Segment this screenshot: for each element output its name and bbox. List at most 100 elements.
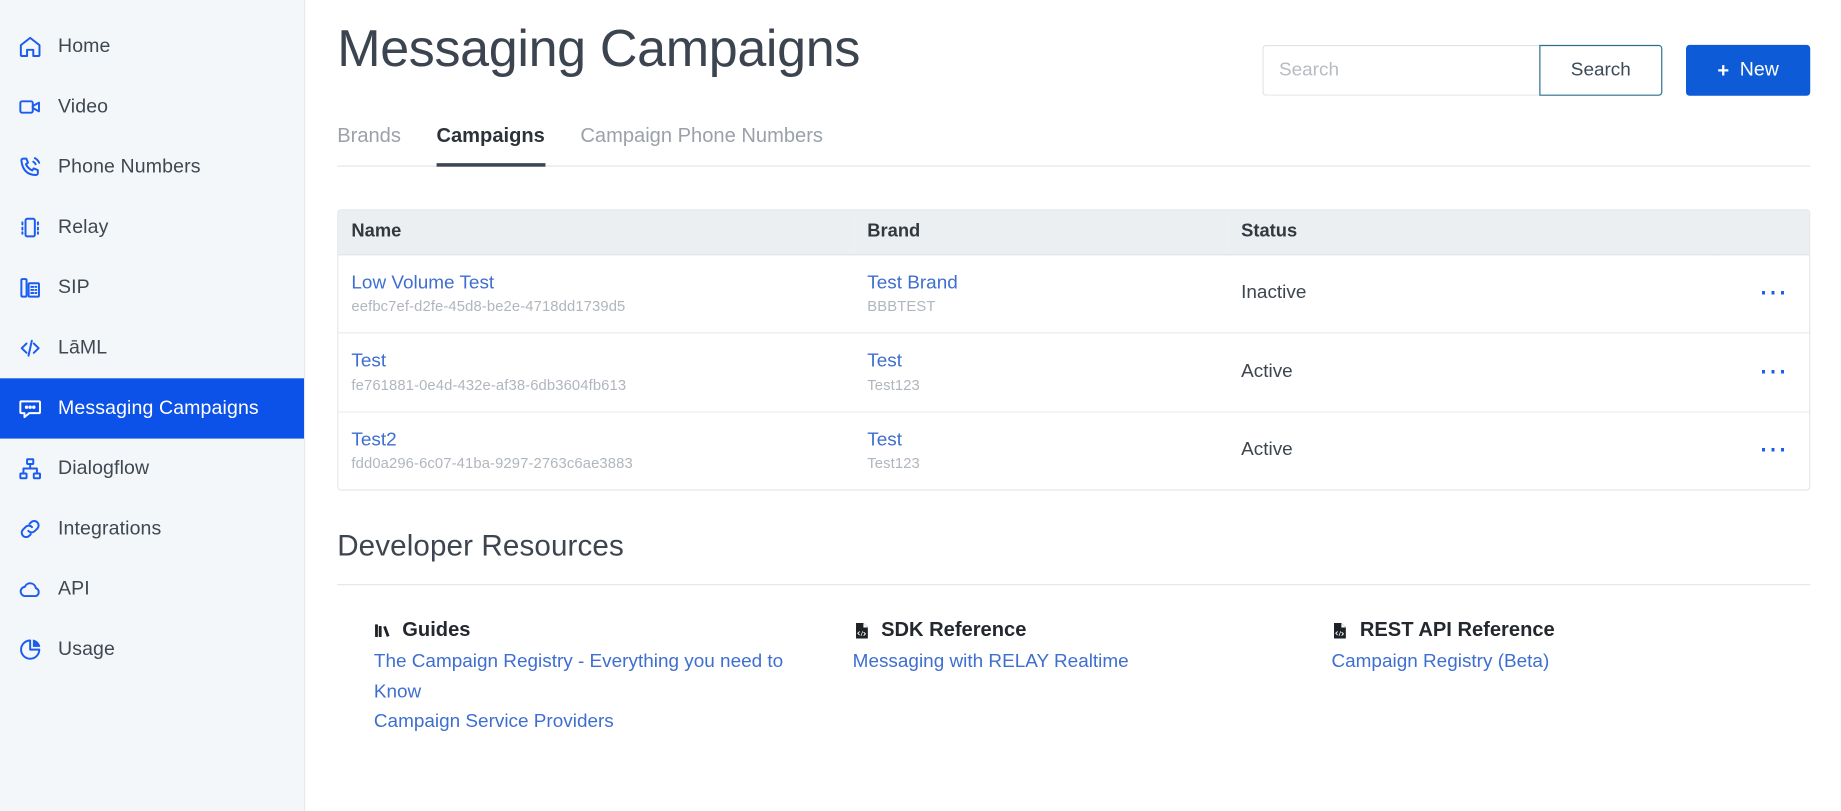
- header-actions: Search + New: [1262, 44, 1811, 96]
- dev-resource-title-label: Guides: [402, 618, 471, 642]
- file-code-icon: [1331, 620, 1350, 641]
- dev-resource-title: Guides: [374, 619, 820, 643]
- dev-resource-column: Guides The Campaign Registry - Everything…: [374, 619, 853, 737]
- new-button[interactable]: + New: [1686, 44, 1811, 96]
- developer-resources-columns: Guides The Campaign Registry - Everything…: [337, 619, 1810, 737]
- video-icon: [17, 94, 43, 120]
- cell-name: Low Volume Test eefbc7ef-d2fe-45d8-be2e-4…: [338, 254, 855, 334]
- sidebar-item-phone-numbers[interactable]: Phone Numbers: [0, 137, 304, 197]
- pie-chart-icon: [17, 637, 43, 663]
- sidebar-item-label: SIP: [57, 276, 90, 298]
- cell-status: Active: [1228, 412, 1714, 490]
- dev-resource-link[interactable]: Campaign Service Providers: [374, 707, 820, 737]
- brand-name-link[interactable]: Test: [867, 350, 1228, 374]
- sidebar-item-relay[interactable]: Relay: [0, 197, 304, 257]
- column-header-name: Name: [338, 210, 855, 256]
- cell-brand: Test Test123: [854, 412, 1228, 490]
- campaign-id: fdd0a296-6c07-41ba-9297-2763c6ae3883: [351, 455, 633, 473]
- plus-icon: +: [1717, 59, 1730, 82]
- cell-name: Test2 fdd0a296-6c07-41ba-9297-2763c6ae388…: [338, 412, 854, 490]
- brand-name-link[interactable]: Test: [867, 429, 1228, 453]
- status-value: Active: [1241, 361, 1293, 382]
- campaign-id: fe761881-0e4d-432e-af38-6db3604fb613: [351, 377, 627, 394]
- sidebar-item-label: Messaging Campaigns: [57, 397, 259, 419]
- campaign-name-link[interactable]: Test: [351, 350, 854, 374]
- link-icon: [17, 516, 43, 542]
- phone-icon: [17, 154, 43, 180]
- ellipsis-icon[interactable]: ⋯: [1727, 279, 1809, 307]
- cell-name: Test fe761881-0e4d-432e-af38-6db3604fb613: [338, 333, 855, 413]
- sidebar-item-label: API: [57, 578, 90, 600]
- dev-resource-title-label: REST API Reference: [1359, 618, 1555, 642]
- developer-resources-heading: Developer Resources: [337, 530, 624, 564]
- sidebar-item-sip[interactable]: SIP: [0, 258, 304, 318]
- tab-campaigns[interactable]: Campaigns: [436, 118, 545, 167]
- search-button[interactable]: Search: [1539, 44, 1663, 96]
- dev-resource-title: REST API Reference: [1331, 619, 1777, 643]
- status-value: Inactive: [1241, 282, 1307, 303]
- sidebar-item-integrations[interactable]: Integrations: [0, 499, 304, 559]
- page-title: Messaging Campaigns: [337, 20, 861, 79]
- app-window: Home Video Phone Numbers Relay SIP LāML Messag…: [0, 0, 1841, 811]
- sidebar-item-messaging-campaigns[interactable]: Messaging Campaigns: [0, 378, 305, 439]
- home-icon: [17, 34, 43, 60]
- sidebar-item-label: Home: [57, 35, 111, 57]
- sidebar-item-dialogflow[interactable]: Dialogflow: [0, 439, 304, 499]
- table-row: Low Volume Test eefbc7ef-d2fe-45d8-be2e-4…: [338, 254, 1810, 334]
- table-row: Test fe761881-0e4d-432e-af38-6db3604fb613…: [338, 333, 1810, 413]
- campaign-id: eefbc7ef-d2fe-45d8-be2e-4718dd1739d5: [351, 298, 626, 316]
- sidebar-item-label: Usage: [57, 638, 116, 660]
- dev-resource-link[interactable]: Messaging with RELAY Realtime: [853, 647, 1299, 677]
- dev-resource-link[interactable]: Campaign Registry (Beta): [1331, 647, 1777, 677]
- ellipsis-icon[interactable]: ⋯: [1727, 436, 1809, 464]
- new-button-label: New: [1739, 59, 1779, 81]
- brand-id: Test123: [867, 455, 920, 473]
- code-icon: [17, 335, 43, 361]
- tab-campaign-phone-numbers[interactable]: Campaign Phone Numbers: [580, 118, 823, 166]
- campaigns-table: Name Brand Status Low Volume Test eefbc7e…: [337, 209, 1811, 492]
- dev-resource-link[interactable]: The Campaign Registry - Everything you n…: [374, 647, 820, 707]
- sidebar-item-label: LāML: [57, 336, 108, 359]
- cell-actions: ⋯: [1714, 412, 1809, 490]
- page-header: Messaging Campaigns Search + New: [337, 0, 1811, 96]
- cell-status: Active: [1228, 333, 1715, 413]
- sidebar-item-home[interactable]: Home: [0, 17, 304, 77]
- divider: [337, 584, 1811, 586]
- sip-icon: [17, 275, 43, 301]
- cloud-icon: [17, 576, 43, 602]
- status-value: Active: [1241, 439, 1293, 461]
- tab-bar: Brands Campaigns Campaign Phone Numbers: [337, 118, 1811, 167]
- sidebar-item-video[interactable]: Video: [0, 77, 304, 137]
- tab-brands[interactable]: Brands: [337, 118, 401, 166]
- campaign-name-link[interactable]: Test2: [351, 429, 854, 453]
- dev-resource-title: SDK Reference: [853, 619, 1299, 643]
- column-header-actions: [1714, 210, 1810, 256]
- books-icon: [374, 620, 393, 641]
- sidebar-item-label: Phone Numbers: [57, 156, 201, 178]
- ellipsis-icon[interactable]: ⋯: [1727, 357, 1809, 385]
- sidebar-item-usage[interactable]: Usage: [0, 619, 304, 679]
- sidebar-item-label: Relay: [57, 216, 109, 238]
- sidebar-item-label: Video: [57, 95, 109, 118]
- sidebar-item-label: Integrations: [57, 517, 162, 540]
- brand-name-link[interactable]: Test Brand: [867, 272, 1228, 296]
- cell-actions: ⋯: [1714, 333, 1810, 413]
- sidebar-item-l-ml[interactable]: LāML: [0, 318, 304, 378]
- relay-icon: [17, 215, 43, 241]
- column-header-status: Status: [1228, 210, 1715, 256]
- sitemap-icon: [17, 456, 43, 482]
- brand-id: Test123: [867, 377, 920, 394]
- search-input[interactable]: [1262, 44, 1540, 96]
- table-header-row: Name Brand Status: [338, 210, 1810, 256]
- sidebar-item-api[interactable]: API: [0, 559, 304, 619]
- dev-resource-title-label: SDK Reference: [881, 618, 1027, 642]
- chat-icon: [17, 395, 43, 421]
- column-header-brand: Brand: [854, 210, 1229, 256]
- campaign-name-link[interactable]: Low Volume Test: [351, 272, 854, 296]
- search-group: Search: [1262, 44, 1663, 96]
- cell-brand: Test Brand BBBTEST: [854, 254, 1229, 334]
- dev-resource-column: REST API Reference Campaign Registry (Bet…: [1331, 619, 1810, 737]
- sidebar: Home Video Phone Numbers Relay SIP LāML Messag…: [0, 0, 306, 811]
- dev-resource-column: SDK Reference Messaging with RELAY Realti…: [853, 619, 1332, 737]
- cell-actions: ⋯: [1714, 254, 1810, 334]
